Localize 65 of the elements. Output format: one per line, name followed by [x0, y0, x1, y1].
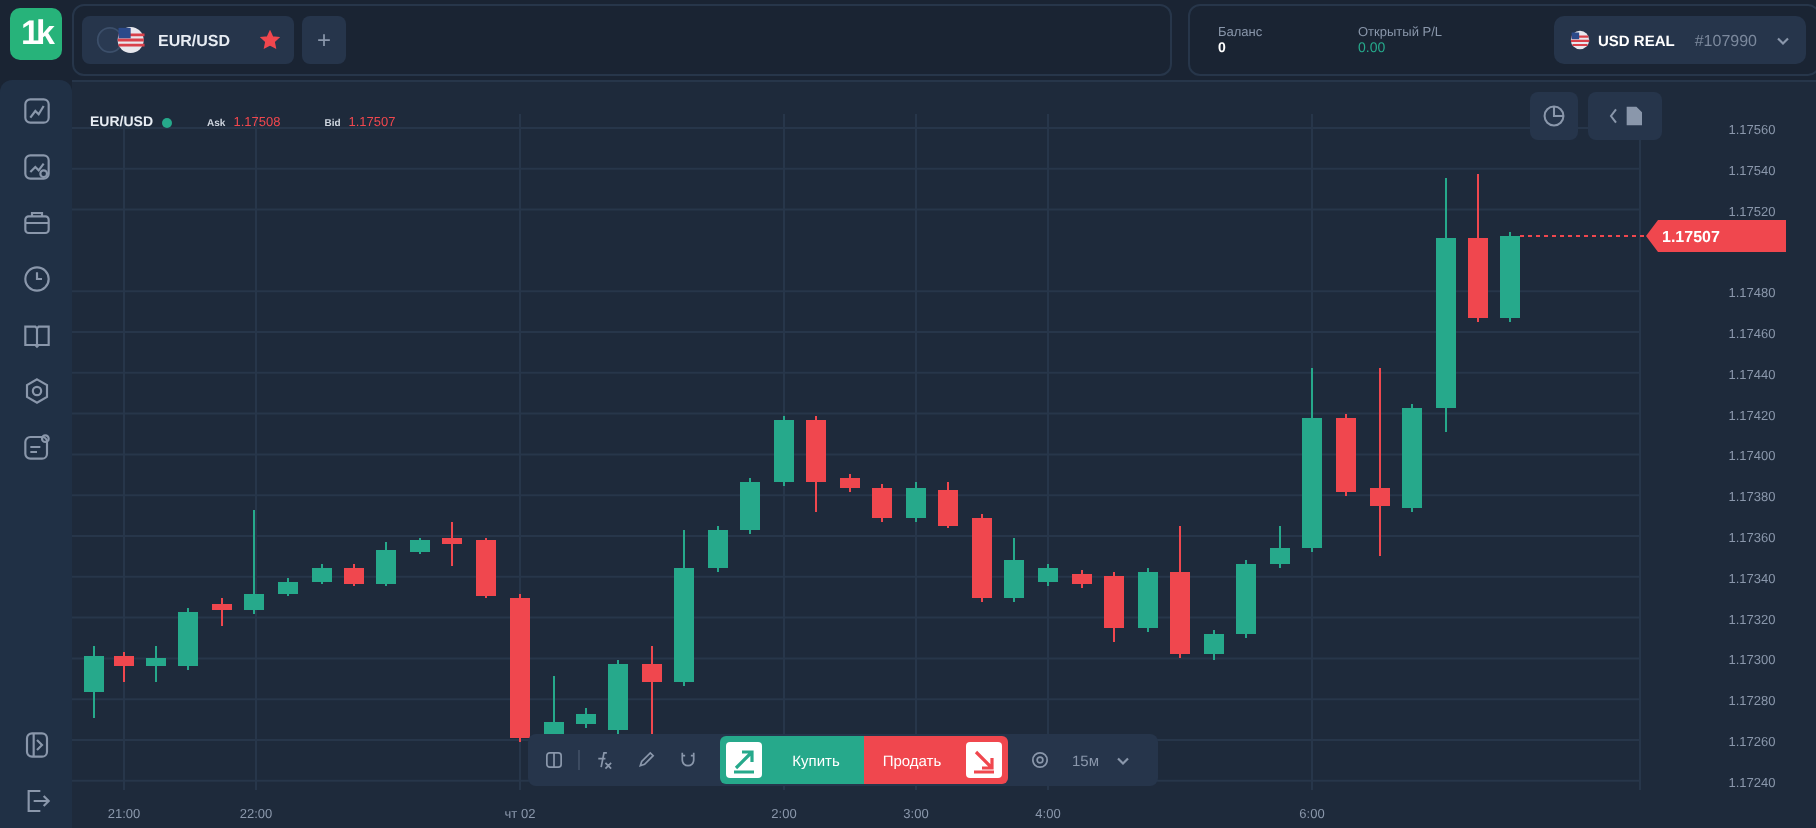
candle — [1138, 567, 1158, 633]
candle — [972, 513, 992, 603]
candle — [740, 477, 760, 535]
candle — [278, 577, 298, 597]
symbol-tab[interactable]: EUR/USD — [82, 16, 294, 64]
candle — [1500, 231, 1520, 323]
clock-icon[interactable] — [21, 264, 51, 294]
candle — [840, 473, 860, 493]
layout-icon[interactable] — [544, 750, 564, 770]
candle — [1072, 569, 1092, 589]
add-tab-button[interactable]: + — [302, 16, 346, 64]
candle — [708, 525, 728, 573]
arrow-down-icon — [966, 742, 1002, 778]
candle — [1038, 563, 1058, 587]
candle — [576, 707, 596, 729]
candle — [84, 645, 104, 719]
indicator-button[interactable] — [1530, 92, 1578, 140]
flags-icon — [96, 26, 148, 54]
candle — [642, 645, 662, 735]
logo: 1k — [10, 8, 62, 60]
candle — [1104, 571, 1124, 643]
candle — [1004, 537, 1024, 603]
candle — [476, 537, 496, 599]
caret-icon — [1115, 755, 1129, 765]
candle — [872, 483, 892, 523]
briefcase-icon[interactable] — [21, 208, 51, 238]
candle — [410, 537, 430, 555]
note-icon[interactable] — [21, 432, 51, 462]
candle — [442, 521, 462, 567]
candle — [1204, 629, 1224, 661]
candle — [146, 645, 166, 683]
book-icon[interactable] — [21, 320, 51, 350]
candle — [244, 509, 264, 615]
candle — [178, 607, 198, 671]
candle — [114, 651, 134, 683]
caret-icon — [1776, 35, 1790, 45]
candle — [376, 541, 396, 587]
candle — [312, 563, 332, 585]
magnet-icon[interactable] — [678, 750, 698, 770]
trend-icon[interactable] — [21, 96, 51, 126]
candle — [774, 415, 794, 487]
candle — [212, 597, 232, 627]
candle — [1270, 525, 1290, 569]
candle — [1236, 559, 1256, 639]
chart-icon[interactable] — [21, 152, 51, 182]
candle — [906, 481, 926, 523]
panel-icon[interactable] — [21, 730, 51, 760]
symbol-label: EUR/USD — [158, 31, 233, 49]
function-icon[interactable] — [594, 750, 614, 770]
candle — [938, 481, 958, 529]
pie-icon — [1542, 104, 1566, 128]
arrow-up-icon — [726, 742, 762, 778]
pencil-icon[interactable] — [636, 750, 656, 770]
candle — [1336, 413, 1356, 497]
chevron-panel-icon — [1605, 104, 1645, 128]
candle — [1402, 403, 1422, 513]
price-line — [1519, 235, 1649, 238]
star-icon[interactable] — [260, 30, 280, 50]
candle — [806, 415, 826, 513]
current-price-label: 1.17507 — [1646, 220, 1786, 253]
candle — [1170, 525, 1190, 659]
flag-icon — [1570, 30, 1590, 50]
panel-toggle-button[interactable] — [1588, 92, 1662, 140]
candle — [608, 659, 628, 735]
candle — [344, 563, 364, 587]
